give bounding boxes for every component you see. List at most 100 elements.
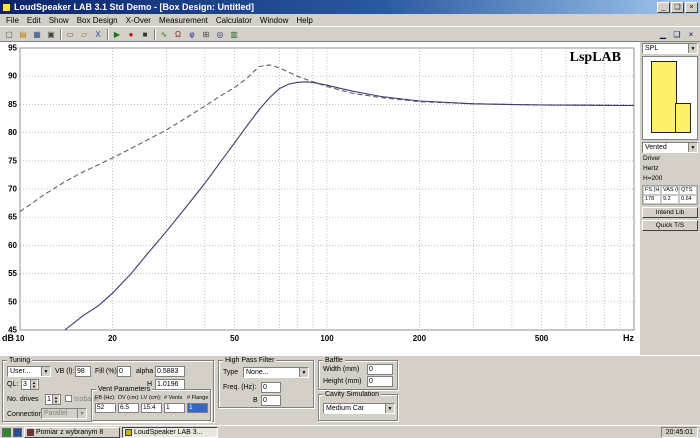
enclosure-type-select[interactable]: Vented ▼: [642, 142, 698, 153]
save-icon[interactable]: ▦: [30, 28, 44, 41]
main-area: 4550556065707580859095102050100200500dBH…: [0, 42, 700, 355]
window-title: LoudSpeaker LAB 3.1 Std Demo - [Box Desi…: [14, 2, 656, 12]
drives-label: No. drives: [7, 396, 39, 404]
spl-graph-icon[interactable]: ∿: [157, 28, 171, 41]
right-panel: SPL ▼ Vented ▼ Driver Hertz H=200 FS (Hz…: [640, 42, 700, 355]
tuning-preset-value: User...: [10, 368, 30, 375]
cavity-simulation-group: Cavity Simulation Medium Car ▼: [318, 394, 398, 421]
child-close-icon[interactable]: ×: [684, 28, 698, 41]
cavity-group-title: Cavity Simulation: [323, 391, 381, 398]
baffle-group: Baffle Width (mm) 0 Height (mm) 0: [318, 360, 398, 390]
child-minimize-icon[interactable]: ▁: [656, 28, 670, 41]
vb-field[interactable]: 98: [75, 366, 91, 377]
toolbar-separator: [154, 29, 155, 40]
hpf-freq-field[interactable]: 0: [261, 382, 281, 393]
play-icon[interactable]: ▶: [110, 28, 124, 41]
baffle-width-label: Width (mm): [323, 366, 359, 374]
baffle-width-field[interactable]: 0: [367, 364, 393, 375]
quick-launch-icon-2[interactable]: [13, 428, 22, 437]
print-icon[interactable]: ▣: [44, 28, 58, 41]
lv-field[interactable]: 15.4: [141, 403, 162, 413]
svg-text:Hz: Hz: [623, 333, 634, 343]
menu-item-measurement[interactable]: Measurement: [155, 15, 212, 26]
svg-text:500: 500: [535, 334, 549, 343]
cavity-select[interactable]: Medium Car ▼: [323, 403, 395, 414]
hpf-type-select[interactable]: None... ▼: [243, 367, 309, 378]
menu-item-show[interactable]: Show: [45, 15, 73, 26]
svg-text:75: 75: [8, 156, 17, 165]
chart-watermark: LspLAB: [570, 50, 621, 66]
ts-header-qts: QTS: [679, 186, 697, 195]
svg-text:90: 90: [8, 72, 17, 81]
fill-label: Fill (%):: [95, 368, 119, 376]
svg-text:10: 10: [16, 334, 25, 343]
dv-field[interactable]: 6.5: [118, 403, 139, 413]
new-icon[interactable]: ▢: [2, 28, 16, 41]
menu-item-window[interactable]: Window: [256, 15, 292, 26]
fill-field[interactable]: 0: [117, 366, 131, 377]
hpf-q-field[interactable]: 0: [261, 395, 281, 406]
drives-spinner[interactable]: 1 ▲▼: [45, 394, 61, 405]
box-port: [675, 103, 691, 133]
tuning-preset-select[interactable]: User... ▼: [7, 366, 51, 377]
chevron-down-icon: ▼: [299, 368, 308, 377]
menu-item-x-over[interactable]: X-Over: [122, 15, 155, 26]
close-button[interactable]: ×: [685, 2, 698, 13]
svg-text:80: 80: [8, 128, 17, 137]
app-icon: [2, 3, 11, 12]
open-icon[interactable]: ▤: [16, 28, 30, 41]
alpha-field: 0.5883: [155, 366, 185, 377]
high-pass-filter-group: High Pass Filter Type None... ▼ Freq. (H…: [218, 360, 314, 408]
record-icon[interactable]: ●: [124, 28, 138, 41]
box-design-icon[interactable]: ▱: [77, 28, 91, 41]
num-vents-field[interactable]: 1: [164, 403, 185, 413]
ql-value: 3: [23, 380, 27, 389]
fb-field[interactable]: 52: [95, 403, 116, 413]
quick-launch-icon-1[interactable]: [2, 428, 11, 437]
minimize-button[interactable]: _: [657, 2, 670, 13]
cavity-value: Medium Car: [326, 405, 364, 412]
svg-text:100: 100: [320, 334, 334, 343]
baffle-height-field[interactable]: 0: [367, 376, 393, 387]
taskbar-task-measurement[interactable]: Pomiar z wybranym 8: [24, 427, 120, 438]
maximize-button[interactable]: ❏: [671, 2, 684, 13]
graph-type-select[interactable]: SPL ▼: [642, 43, 698, 54]
quick-ts-button[interactable]: Quick T/S: [642, 220, 698, 231]
svg-text:65: 65: [8, 213, 17, 222]
connection-select[interactable]: Parallel ▼: [41, 408, 87, 419]
stop-icon[interactable]: ■: [138, 28, 152, 41]
taskbar-task-lsplab[interactable]: LoudSpeaker LAB 3...: [122, 427, 218, 438]
svg-text:20: 20: [108, 334, 117, 343]
ql-spinner[interactable]: 3 ▲▼: [21, 379, 39, 390]
menu-item-calculator[interactable]: Calculator: [212, 15, 256, 26]
menu-item-edit[interactable]: Edit: [23, 15, 45, 26]
isobarik-checkbox[interactable]: [65, 395, 72, 402]
hpf-q-label: B: [253, 397, 258, 405]
menu-item-help[interactable]: Help: [292, 15, 316, 26]
menu-item-box-design[interactable]: Box Design: [73, 15, 122, 26]
xover-icon[interactable]: X: [91, 28, 105, 41]
title-bar: LoudSpeaker LAB 3.1 Std Demo - [Box Desi…: [0, 0, 700, 14]
spinner-arrows-icon[interactable]: ▲▼: [52, 395, 59, 404]
ts-value-qts: 0.64: [679, 195, 697, 204]
chevron-down-icon: ▼: [688, 143, 697, 152]
toolbar-right-icons: ▁❏×: [656, 28, 698, 41]
num-flange-field[interactable]: 1: [187, 403, 208, 413]
task-label: LoudSpeaker LAB 3...: [134, 429, 203, 436]
impedance-graph-icon[interactable]: Ω: [171, 28, 185, 41]
ts-header-vas: VAS (l): [661, 186, 679, 195]
phase-graph-icon[interactable]: φ: [185, 28, 199, 41]
zoom-icon[interactable]: ◎: [213, 28, 227, 41]
driver-library-icon[interactable]: ▭: [63, 28, 77, 41]
menu-bar: FileEditShowBox DesignX-OverMeasurementC…: [0, 14, 700, 27]
taskbar: Pomiar z wybranym 8 LoudSpeaker LAB 3...…: [0, 425, 700, 438]
calculator-icon[interactable]: ▥: [227, 28, 241, 41]
menu-item-file[interactable]: File: [2, 15, 23, 26]
toolbar-separator: [107, 29, 108, 40]
grid-icon[interactable]: ⊞: [199, 28, 213, 41]
spinner-arrows-icon[interactable]: ▲▼: [30, 380, 37, 389]
intend-lib-button[interactable]: Intend Lib: [642, 207, 698, 218]
vent-parameters-title: Vent Parameters: [96, 386, 152, 393]
svg-text:dB: dB: [2, 333, 14, 343]
child-restore-icon[interactable]: ❏: [670, 28, 684, 41]
